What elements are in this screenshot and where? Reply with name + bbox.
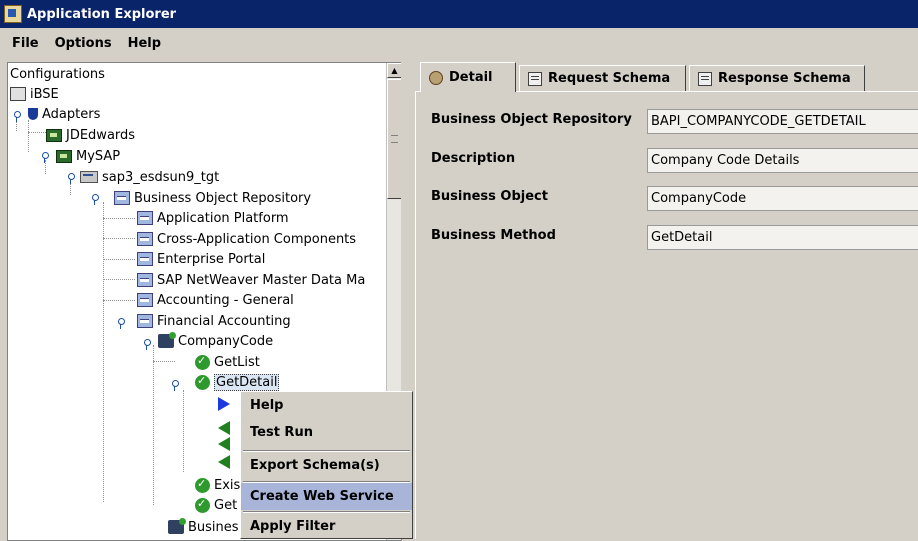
tab-detail[interactable]: Detail	[420, 62, 516, 92]
repository-icon	[137, 273, 153, 287]
menu-item-export-schema[interactable]: Export Schema(s)	[241, 452, 412, 479]
method-check-icon	[195, 374, 210, 390]
description-label: Description	[431, 151, 516, 166]
business-object-icon	[158, 332, 176, 348]
tree-item-jdedwards[interactable]: JDEdwards	[46, 125, 135, 145]
tab-request-schema[interactable]: Request Schema	[519, 65, 686, 91]
output-arrow-icon	[218, 455, 230, 469]
method-check-icon	[195, 497, 210, 513]
detail-panel: Detail Request Schema Response Schema Bu…	[415, 62, 918, 539]
tree-item-financial[interactable]: Financial Accounting	[137, 311, 291, 331]
tree-item-accounting[interactable]: Accounting - General	[137, 290, 294, 310]
schema-icon	[698, 71, 712, 86]
schema-icon	[528, 71, 542, 86]
scrollbar-thumb[interactable]	[387, 79, 401, 199]
tree-item-app-platform[interactable]: Application Platform	[137, 208, 289, 228]
tree-item-get[interactable]: Get	[195, 495, 237, 515]
expand-toggle-icon[interactable]	[142, 339, 151, 350]
repository-icon	[114, 191, 130, 205]
menu-options[interactable]: Options	[55, 36, 112, 51]
bor-label: Business Object Repository	[431, 112, 632, 127]
menu-item-help[interactable]: Help	[241, 392, 412, 419]
menu-item-create-web-service[interactable]: Create Web Service	[241, 483, 412, 510]
tree-item-mysap[interactable]: MySAP	[56, 146, 120, 166]
shield-icon	[28, 108, 38, 120]
business-object-icon	[168, 518, 186, 534]
method-check-icon	[195, 477, 210, 493]
tab-bar: Detail Request Schema Response Schema	[415, 62, 918, 92]
repository-icon	[137, 314, 153, 328]
expand-toggle-icon[interactable]	[66, 173, 75, 184]
window-title: Application Explorer	[27, 6, 177, 22]
tree-item-cross-app[interactable]: Cross-Application Components	[137, 229, 356, 249]
tree-item-getdetail[interactable]: GetDetail	[195, 372, 280, 392]
tree-item-exis[interactable]: Exis	[195, 475, 240, 495]
gear-icon	[429, 70, 443, 85]
business-method-label: Business Method	[431, 228, 556, 243]
menu-file[interactable]: File	[12, 36, 39, 51]
menu-help[interactable]: Help	[128, 36, 161, 51]
menu-item-test-run[interactable]: Test Run	[241, 419, 412, 446]
tree-item-netweaver[interactable]: SAP NetWeaver Master Data Ma	[137, 270, 365, 290]
detail-content: Business Object Repository BAPI_COMPANYC…	[415, 91, 918, 539]
description-field[interactable]: Company Code Details	[647, 148, 918, 173]
tree-item-configurations[interactable]: Configurations	[10, 64, 105, 84]
output-arrow-icon	[218, 421, 230, 435]
tree-item-adapters[interactable]: Adapters	[28, 104, 100, 124]
title-bar: Application Explorer	[0, 0, 918, 28]
ibse-icon	[10, 87, 26, 101]
tree-item-bor[interactable]: Business Object Repository	[114, 188, 311, 208]
business-object-field[interactable]: CompanyCode	[647, 186, 918, 211]
expand-toggle-icon[interactable]	[116, 318, 125, 329]
bor-field[interactable]: BAPI_COMPANYCODE_GETDETAIL	[647, 109, 918, 134]
adapter-icon	[46, 128, 62, 142]
menu-bar: File Options Help	[0, 28, 918, 58]
output-arrow-icon	[218, 437, 230, 451]
tree-item-ibse[interactable]: iBSE	[10, 84, 59, 104]
menu-item-apply-filter[interactable]: Apply Filter	[241, 513, 412, 540]
expand-toggle-icon[interactable]	[170, 380, 179, 391]
tree-item-companycode[interactable]: CompanyCode	[158, 331, 273, 351]
scroll-up-icon[interactable]: ▲	[387, 63, 401, 78]
expand-toggle-icon[interactable]	[90, 194, 99, 205]
expand-toggle-icon[interactable]	[12, 111, 21, 122]
repository-icon	[137, 232, 153, 246]
repository-icon	[137, 211, 153, 225]
context-menu: Help Test Run Export Schema(s) Create We…	[240, 391, 413, 539]
business-object-label: Business Object	[431, 189, 548, 204]
repository-icon	[137, 252, 153, 266]
app-icon	[4, 5, 22, 23]
tree-item-getlist[interactable]: GetList	[195, 352, 260, 372]
tab-response-schema[interactable]: Response Schema	[689, 65, 865, 91]
input-arrow-icon	[218, 397, 230, 411]
expand-toggle-icon[interactable]	[40, 152, 49, 163]
repository-icon	[137, 293, 153, 307]
tree-item-busines[interactable]: Busines	[168, 517, 239, 537]
business-method-field[interactable]: GetDetail	[647, 225, 918, 250]
method-check-icon	[195, 354, 210, 370]
server-icon	[80, 171, 98, 183]
adapter-icon	[56, 149, 72, 163]
tree-item-server[interactable]: sap3_esdsun9_tgt	[80, 167, 219, 187]
tree-item-enterprise-portal[interactable]: Enterprise Portal	[137, 249, 265, 269]
